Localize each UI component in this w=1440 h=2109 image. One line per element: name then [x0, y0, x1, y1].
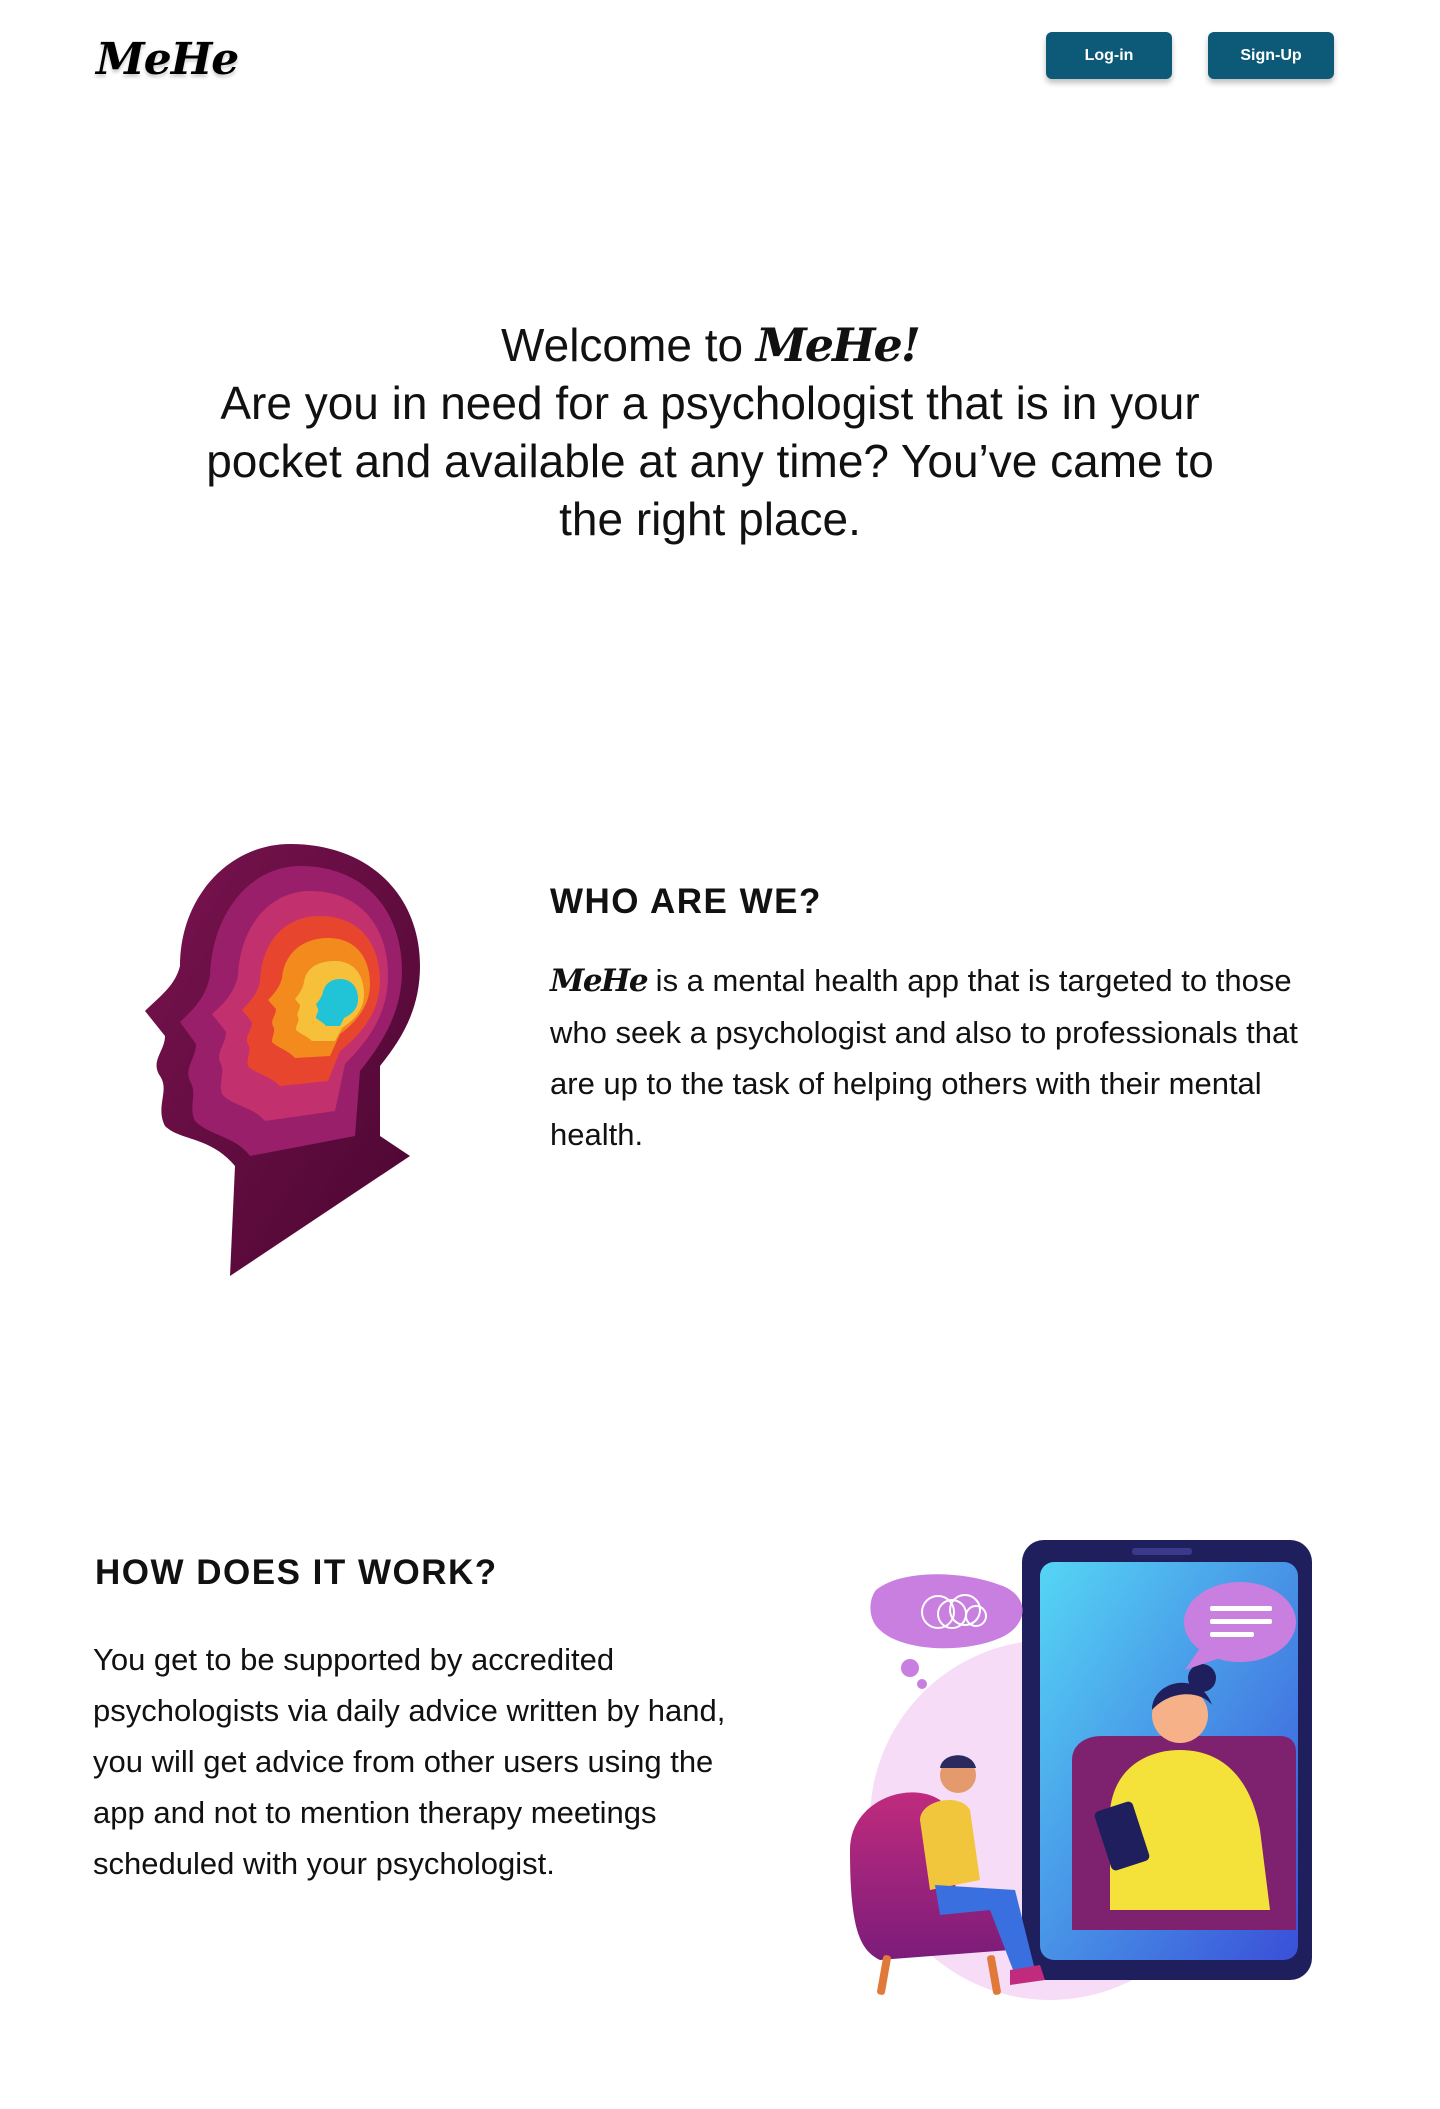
hero-text: Are you in need for a psychologist that …	[206, 377, 1214, 545]
logo[interactable]: MeHe	[96, 34, 239, 85]
hero-welcome: Welcome to	[501, 319, 756, 371]
who-description: is a mental health app that is targeted …	[550, 963, 1298, 1152]
login-button[interactable]: Log-in	[1046, 32, 1172, 79]
signup-button[interactable]: Sign-Up	[1208, 32, 1334, 79]
who-text: MeHe is a mental health app that is targ…	[550, 955, 1350, 1160]
hero-heading: Welcome to MeHe!	[180, 316, 1240, 374]
how-text: You get to be supported by accredited ps…	[93, 1642, 726, 1881]
who-brand: MeHe	[550, 963, 649, 999]
hero-brand: MeHe!	[755, 318, 921, 372]
how-title: HOW DOES IT WORK?	[95, 1553, 498, 1592]
who-title: WHO ARE WE?	[550, 882, 822, 921]
hero-section: Welcome to MeHe! Are you in need for a p…	[180, 316, 1240, 548]
layered-head-illustration	[145, 844, 420, 1276]
therapy-session-illustration	[850, 1540, 1312, 2000]
